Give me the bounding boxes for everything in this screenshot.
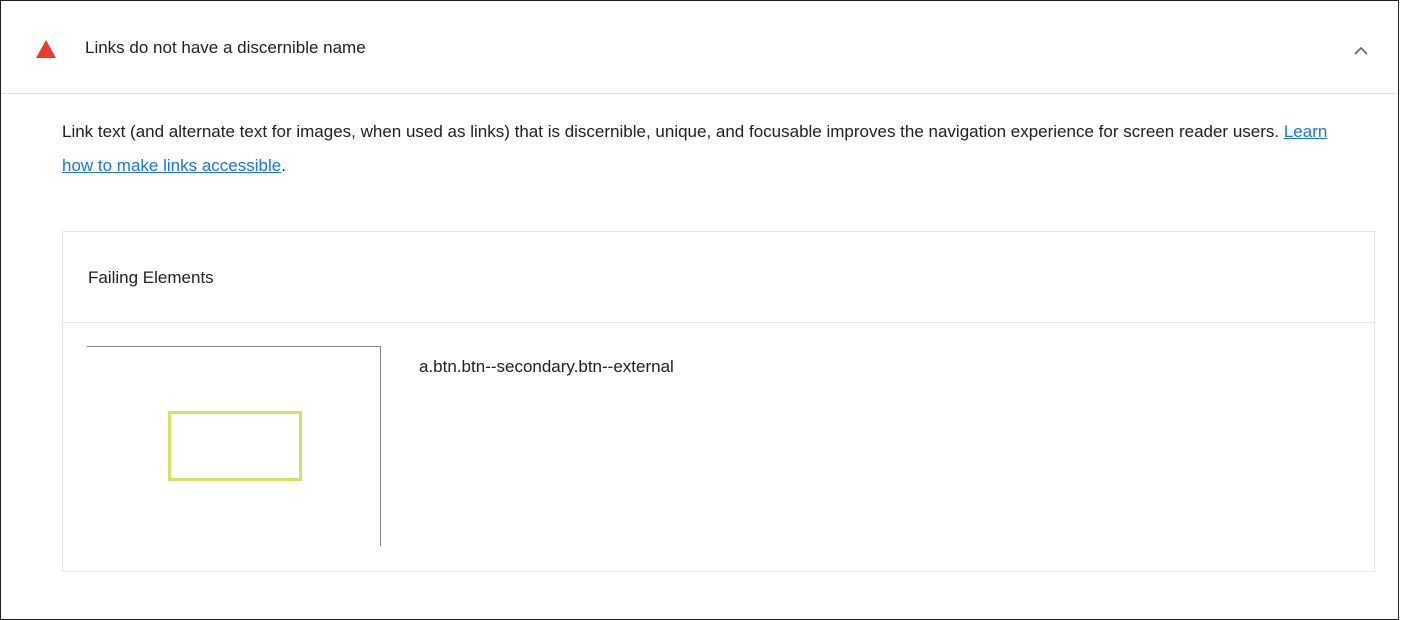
element-screenshot-thumbnail (87, 346, 381, 546)
failing-elements-table: Failing Elements a.btn.btn--secondary.bt… (62, 231, 1375, 572)
description-period: . (281, 156, 286, 175)
failing-elements-heading: Failing Elements (88, 268, 214, 287)
element-highlight-box (168, 411, 302, 481)
audit-title: Links do not have a discernible name (85, 38, 366, 57)
warning-triangle-icon (36, 40, 56, 58)
audit-description: Link text (and alternate text for images… (62, 115, 1352, 183)
chevron-up-icon[interactable] (1353, 45, 1369, 57)
element-selector[interactable]: a.btn.btn--secondary.btn--external (419, 357, 674, 377)
audit-header[interactable]: Links do not have a discernible name (1, 1, 1398, 94)
description-text: Link text (and alternate text for images… (62, 122, 1284, 141)
failing-elements-header: Failing Elements (63, 232, 1374, 323)
audit-panel: Links do not have a discernible name Lin… (0, 0, 1399, 620)
